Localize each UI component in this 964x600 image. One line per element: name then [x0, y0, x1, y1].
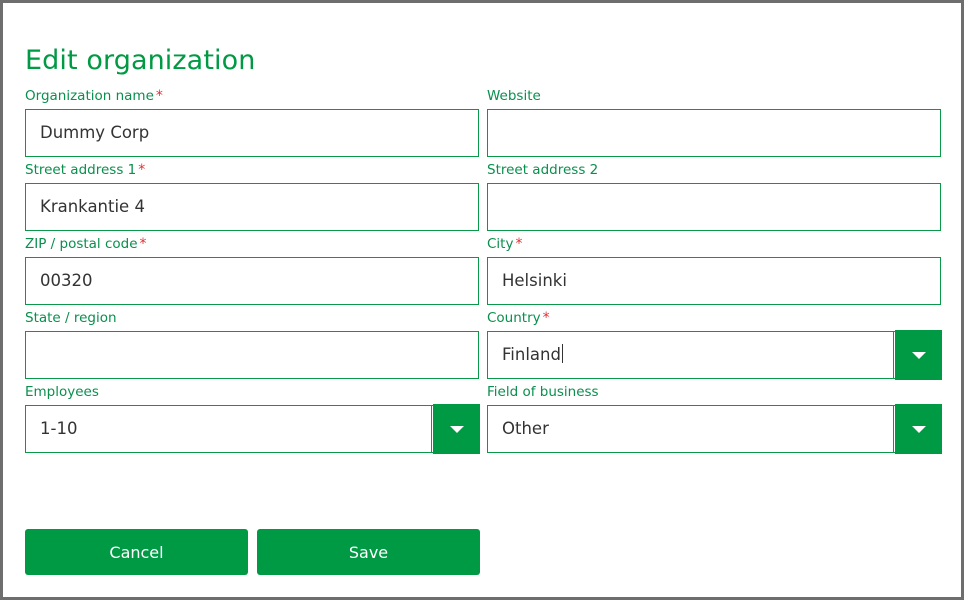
- form-row: Organization name * Dummy Corp Website: [25, 87, 941, 161]
- street-address-1-input[interactable]: Krankantie 4: [25, 183, 479, 231]
- input-wrap-city: Helsinki: [487, 257, 941, 305]
- street-address-2-input[interactable]: [487, 183, 941, 231]
- label-street-address-1-text: Street address 1: [25, 162, 137, 178]
- form-row: Street address 1 * Krankantie 4 Street ad…: [25, 161, 941, 235]
- input-wrap-field-of-business: Other: [487, 404, 942, 454]
- employees-select[interactable]: 1-10: [25, 405, 479, 453]
- field-website: Website: [487, 87, 941, 157]
- label-street-address-2: Street address 2: [487, 162, 599, 178]
- organization-name-input[interactable]: Dummy Corp: [25, 109, 479, 157]
- country-dropdown-button[interactable]: [895, 330, 942, 380]
- text-caret: [561, 344, 564, 363]
- field-state-region: State / region: [25, 309, 479, 379]
- label-country: Country *: [487, 309, 941, 331]
- zip-postal-code-input[interactable]: 00320: [25, 257, 479, 305]
- required-marker: *: [138, 162, 146, 178]
- label-field-of-business: Field of business: [487, 384, 599, 400]
- form-row: State / region Country * Finland: [25, 309, 942, 383]
- label-country-text: Country: [487, 310, 541, 326]
- state-region-input[interactable]: [25, 331, 479, 379]
- input-wrap-state-region: [25, 331, 479, 379]
- employees-dropdown-button[interactable]: [433, 404, 480, 454]
- label-city: City *: [487, 235, 941, 257]
- label-organization-name: Organization name *: [25, 87, 479, 109]
- form-row: ZIP / postal code * 00320 City * Helsinki: [25, 235, 941, 309]
- field-of-business-select[interactable]: Other: [487, 405, 941, 453]
- label-state-region: State / region: [25, 310, 117, 326]
- website-input[interactable]: [487, 109, 941, 157]
- edit-organization-dialog: Edit organization Organization name * Dum…: [3, 3, 961, 597]
- field-zip-postal-code: ZIP / postal code * 00320: [25, 235, 479, 305]
- input-wrap-employees: 1-10: [25, 404, 480, 454]
- cancel-button[interactable]: Cancel: [25, 529, 248, 575]
- label-zip-postal-code: ZIP / postal code *: [25, 235, 479, 257]
- field-of-business-dropdown-button[interactable]: [895, 404, 942, 454]
- employees-select-divider: [431, 405, 432, 453]
- input-wrap-street-address-2: [487, 183, 941, 231]
- required-marker: *: [139, 236, 147, 252]
- field-street-address-1: Street address 1 * Krankantie 4: [25, 161, 479, 231]
- country-select-divider: [893, 331, 894, 379]
- required-marker: *: [155, 88, 163, 104]
- field-field-of-business: Field of business Other: [487, 383, 942, 454]
- field-street-address-2: Street address 2: [487, 161, 941, 231]
- page-title: Edit organization: [25, 45, 256, 77]
- chevron-down-icon: [449, 425, 464, 433]
- field-organization-name: Organization name * Dummy Corp: [25, 87, 479, 157]
- form-row: Employees 1-10 Field of business Other: [25, 383, 942, 457]
- input-wrap-zip-postal-code: 00320: [25, 257, 479, 305]
- input-wrap-website: [487, 109, 941, 157]
- label-website: Website: [487, 88, 541, 104]
- organization-form: Organization name * Dummy Corp Website St…: [25, 87, 942, 457]
- field-of-business-select-divider: [893, 405, 894, 453]
- chevron-down-icon: [911, 351, 926, 359]
- country-value: Finland: [502, 345, 561, 364]
- label-organization-name-text: Organization name: [25, 88, 154, 104]
- input-wrap-organization-name: Dummy Corp: [25, 109, 479, 157]
- input-wrap-street-address-1: Krankantie 4: [25, 183, 479, 231]
- label-zip-postal-code-text: ZIP / postal code: [25, 236, 138, 252]
- chevron-down-icon: [911, 425, 926, 433]
- label-street-address-1: Street address 1 *: [25, 161, 479, 183]
- form-actions: Cancel Save: [25, 529, 480, 575]
- required-marker: *: [515, 236, 523, 252]
- label-city-text: City: [487, 236, 514, 252]
- field-city: City * Helsinki: [487, 235, 941, 305]
- field-employees: Employees 1-10: [25, 383, 480, 454]
- input-wrap-country: Finland: [487, 330, 942, 380]
- country-input[interactable]: Finland: [487, 331, 941, 379]
- required-marker: *: [542, 310, 550, 326]
- city-input[interactable]: Helsinki: [487, 257, 941, 305]
- field-country: Country * Finland: [487, 309, 942, 380]
- label-employees: Employees: [25, 384, 99, 400]
- save-button[interactable]: Save: [257, 529, 480, 575]
